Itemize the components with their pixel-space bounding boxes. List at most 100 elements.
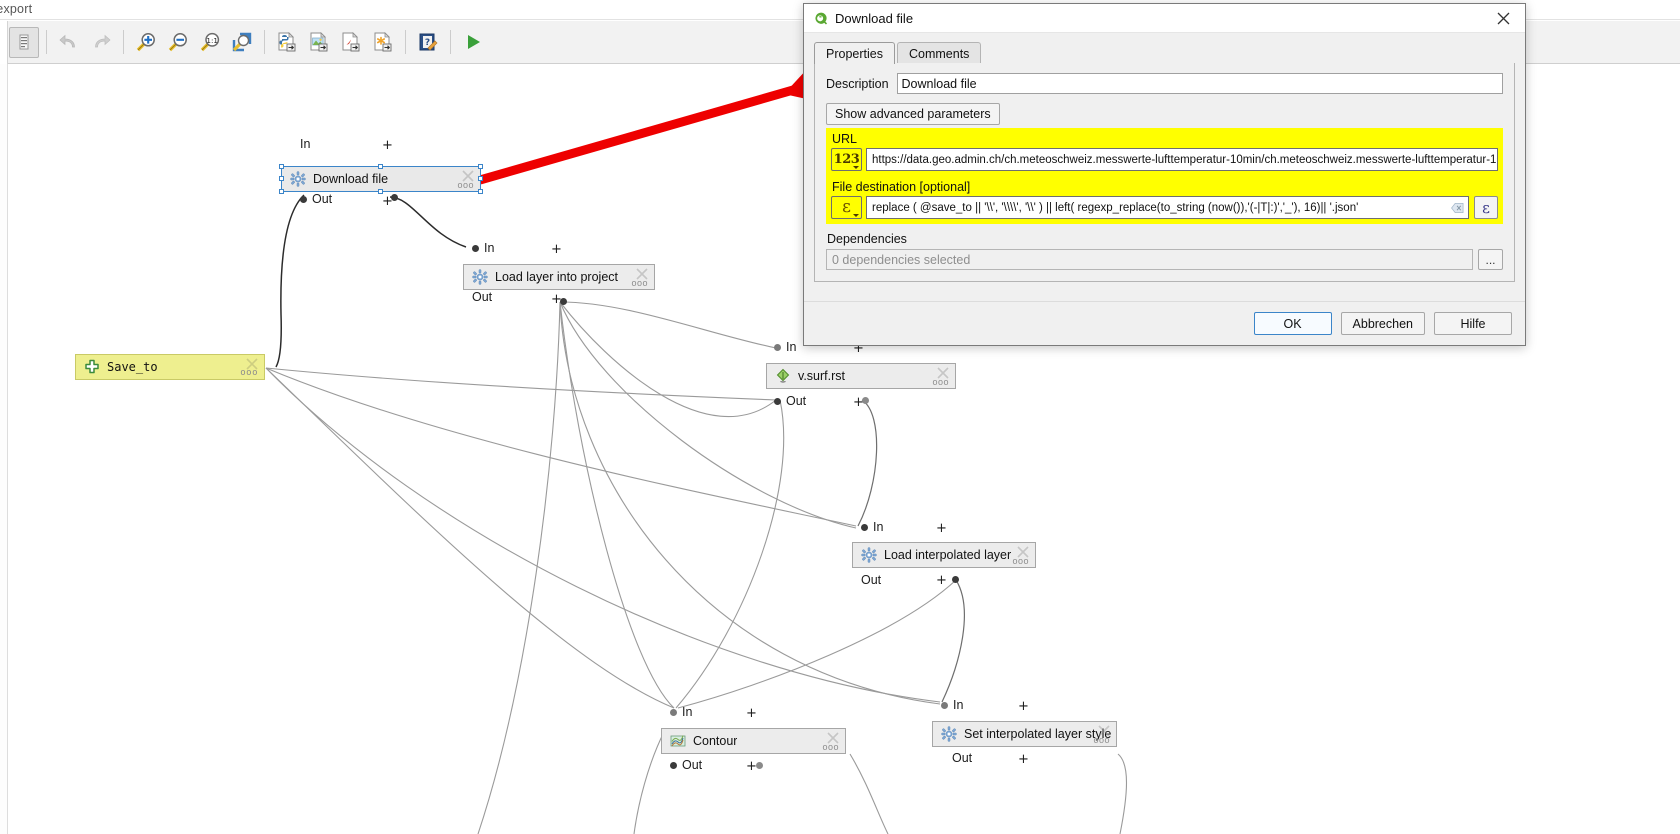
node-label: Load layer into project [495, 270, 618, 284]
export-python-icon [278, 32, 296, 52]
dialog-titlebar[interactable]: Download file [804, 4, 1525, 33]
selection-handle[interactable] [478, 189, 483, 194]
dialog-close-button[interactable] [1481, 4, 1525, 32]
chevron-down-icon [853, 166, 859, 169]
port-dot[interactable] [670, 708, 677, 716]
node-label: Save_to [107, 360, 158, 374]
selection-handle[interactable] [378, 164, 383, 169]
show-advanced-parameters-button[interactable]: Show advanced parameters [826, 103, 1000, 125]
dependencies-value[interactable]: 0 dependencies selected [826, 249, 1473, 270]
ok-button[interactable]: OK [1253, 312, 1332, 335]
qgis-model-designer-window: n_export [0, 0, 1680, 834]
zoom-one-to-one-icon: 1:1 [200, 32, 220, 52]
toolbar-separator [264, 30, 265, 54]
port-dot-load-interpolated-out[interactable] [952, 576, 959, 583]
zoom-in-button[interactable] [131, 27, 161, 58]
clear-field-icon[interactable] [1451, 202, 1464, 214]
port-plus-load-interpolated-in[interactable]: + [936, 522, 947, 535]
run-model-button[interactable] [458, 27, 488, 58]
port-dot[interactable] [774, 343, 781, 351]
model-node-set-interpolated-layer-style[interactable]: Set interpolated layer style ooo [932, 721, 1117, 747]
port-dot-download-file-out2[interactable] [391, 194, 398, 201]
port-plus-contour-in[interactable]: + [746, 707, 757, 720]
zoom-out-button[interactable] [163, 27, 193, 58]
grass-icon [776, 368, 790, 383]
export-pdf-icon [342, 32, 360, 52]
selection-handle[interactable] [279, 189, 284, 194]
help-book-icon: ? [419, 33, 438, 51]
node-menu-icon[interactable]: ooo [932, 378, 949, 387]
node-menu-icon[interactable]: ooo [457, 181, 474, 190]
node-menu-icon[interactable]: ooo [240, 369, 258, 378]
file-destination-block: File destination [optional] ε replace ( … [826, 176, 1503, 224]
port-dot[interactable] [861, 523, 868, 531]
model-node-load-interpolated-layer[interactable]: Load interpolated layer ooo [852, 542, 1036, 568]
model-node-load-layer-into-project[interactable]: Load layer into project ooo [463, 264, 655, 290]
port-plus-load-layer-in[interactable]: + [551, 243, 562, 256]
dependencies-more-button[interactable]: ... [1478, 249, 1503, 270]
node-menu-icon[interactable]: ooo [1012, 557, 1029, 566]
redo-button[interactable] [86, 27, 116, 58]
node-menu-icon[interactable]: ooo [1093, 736, 1110, 745]
redo-icon [95, 34, 111, 48]
selection-handle[interactable] [478, 164, 483, 169]
description-input[interactable]: Download file [896, 73, 1503, 94]
export-python-button[interactable] [272, 27, 302, 58]
selection-handle[interactable] [279, 164, 284, 169]
window-title: n_export [0, 2, 33, 16]
port-dot[interactable] [300, 195, 307, 203]
file-destination-label: File destination [optional] [832, 180, 971, 194]
port-dot-vsurfrst-out2[interactable] [862, 397, 869, 404]
model-node-v-surf-rst[interactable]: v.surf.rst ooo [766, 363, 956, 389]
url-label: URL [832, 132, 858, 146]
url-type-selector[interactable]: 123 [831, 148, 862, 171]
port-label-set-style-in: In [941, 698, 963, 712]
selection-handle[interactable] [279, 176, 284, 181]
node-menu-icon[interactable]: ooo [822, 743, 839, 752]
port-dot-load-layer-out[interactable] [560, 298, 567, 305]
port-dot[interactable] [941, 701, 948, 709]
download-file-dialog: Download file Properties Comments Descri… [803, 3, 1526, 346]
undo-button[interactable] [54, 27, 84, 58]
dependencies-label: Dependencies [827, 232, 907, 246]
url-input[interactable]: https://data.geo.admin.ch/ch.meteoschwei… [866, 148, 1498, 171]
zoom-full-button[interactable] [227, 27, 257, 58]
export-image-button[interactable] [304, 27, 334, 58]
model-node-contour[interactable]: Contour ooo [661, 728, 846, 754]
port-dot[interactable] [670, 761, 677, 769]
export-pdf-button[interactable] [336, 27, 366, 58]
model-props-button[interactable] [9, 26, 39, 58]
port-dot[interactable] [472, 244, 479, 252]
port-plus-load-interpolated-out[interactable]: + [936, 574, 947, 587]
port-plus-download-file-in[interactable]: + [382, 139, 393, 152]
description-row: Description Download file [826, 73, 1503, 94]
port-label-vsurfrst-in: In [774, 340, 796, 354]
port-dot[interactable] [774, 397, 781, 405]
file-destination-row: ε replace ( @save_to || '\\', '\\\\', '\… [831, 196, 1498, 219]
port-label-load-layer-out: Out [472, 290, 493, 304]
zoom-actual-button[interactable]: 1:1 [195, 27, 225, 58]
port-label-download-file-in: In [300, 137, 311, 151]
port-plus-set-style-out[interactable]: + [1018, 753, 1029, 766]
epsilon-expression-icon: ε [842, 197, 851, 217]
model-node-download-file[interactable]: Download file ooo [279, 164, 483, 194]
port-dot-contour-out2[interactable] [756, 762, 763, 769]
node-label: Contour [693, 734, 738, 748]
export-svg-button[interactable] [368, 27, 398, 58]
model-node-save-to[interactable]: Save_to ooo [75, 354, 265, 380]
port-label-load-layer-in: In [472, 241, 494, 255]
tab-comments[interactable]: Comments [896, 42, 982, 64]
tab-properties[interactable]: Properties [814, 42, 895, 64]
node-menu-icon[interactable]: ooo [631, 279, 648, 288]
run-play-icon [468, 35, 480, 49]
algorithm-gear-icon [290, 171, 306, 187]
selection-handle[interactable] [478, 176, 483, 181]
port-label-load-interpolated-out: Out [861, 573, 882, 587]
file-destination-input[interactable]: replace ( @save_to || '\\', '\\\\', '\\'… [866, 196, 1469, 219]
help-button[interactable]: Hilfe [1434, 312, 1512, 335]
port-plus-set-style-in[interactable]: + [1018, 700, 1029, 713]
edit-help-button[interactable]: ? [413, 27, 443, 58]
file-destination-type-selector[interactable]: ε [831, 196, 862, 219]
cancel-button[interactable]: Abbrechen [1340, 312, 1425, 335]
expression-builder-button[interactable]: ε [1474, 196, 1498, 219]
